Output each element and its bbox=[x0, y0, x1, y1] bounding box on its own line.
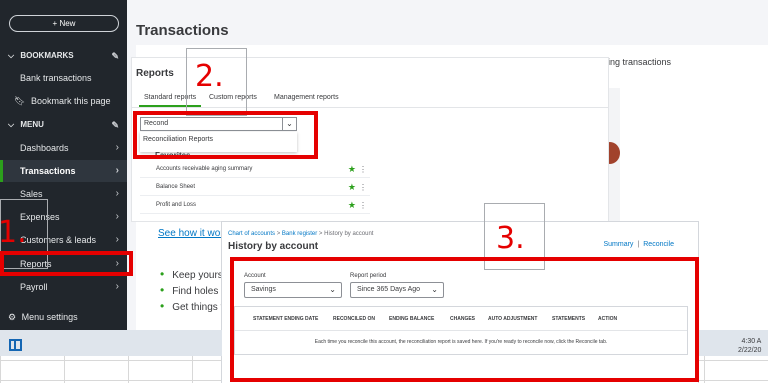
annotation-step-1: 1. bbox=[0, 215, 27, 250]
bookmarks-label: BOOKMARKS bbox=[20, 51, 74, 60]
report-name: Profit and Loss bbox=[156, 202, 197, 208]
star-icon[interactable]: ★ bbox=[348, 161, 356, 178]
history-links: Summary | Reconcile bbox=[603, 241, 674, 248]
star-icon[interactable]: ★ bbox=[348, 197, 356, 214]
chevron-right-icon: › bbox=[115, 234, 119, 245]
menu-section[interactable]: ⌵ MENU ✎ bbox=[0, 114, 127, 136]
breadcrumb: Chart of accounts > Bank register > Hist… bbox=[228, 231, 373, 237]
breadcrumb-bank-register[interactable]: Bank register bbox=[282, 231, 317, 237]
clock-date: 2/22/20 bbox=[738, 347, 762, 354]
annotation-step-2: 2. bbox=[195, 59, 224, 94]
windows-icon[interactable] bbox=[9, 339, 22, 351]
gear-icon: ⚙ bbox=[8, 312, 17, 322]
more-options-icon[interactable]: ⋮ bbox=[359, 161, 367, 178]
summary-link[interactable]: Summary bbox=[603, 241, 633, 248]
chevron-right-icon: › bbox=[115, 142, 119, 153]
chevron-right-icon: › bbox=[115, 281, 119, 292]
sidebar-item-label: Sales bbox=[20, 189, 43, 199]
link-separator: | bbox=[637, 241, 640, 248]
report-row[interactable]: Profit and Loss ★ ⋮ bbox=[140, 197, 370, 214]
list-item: • Keep yours bbox=[160, 267, 223, 281]
chevron-right-icon: › bbox=[115, 165, 119, 176]
report-name: Balance Sheet bbox=[156, 184, 196, 190]
chevron-right-icon: › bbox=[115, 188, 119, 199]
list-item: • Find holes bbox=[160, 283, 219, 297]
see-how-link[interactable]: See how it wor bbox=[158, 228, 224, 239]
sidebar-item-transactions[interactable]: Transactions › bbox=[0, 160, 127, 182]
main-right-heading: ing transactions bbox=[608, 57, 672, 67]
report-row[interactable]: Balance Sheet ★ ⋮ bbox=[140, 179, 370, 196]
menu-label: MENU bbox=[20, 120, 44, 129]
sidebar-item-label: Payroll bbox=[20, 282, 48, 292]
breadcrumb-current: History by account bbox=[324, 231, 374, 237]
bookmark-page-button[interactable]: 🔖︎ Bookmark this page bbox=[0, 90, 127, 112]
taskbar bbox=[0, 330, 222, 356]
benefit-list: • Keep yours • Find holes • Get things t bbox=[160, 266, 223, 314]
sidebar-item-dashboards[interactable]: Dashboards › bbox=[0, 137, 127, 159]
star-icon[interactable]: ★ bbox=[348, 179, 356, 196]
menu-settings-label: Menu settings bbox=[21, 312, 78, 322]
more-options-icon[interactable]: ⋮ bbox=[359, 197, 367, 214]
history-title: History by account bbox=[228, 241, 319, 252]
taskbar-clock[interactable]: 4:30 A 2/22/20 bbox=[738, 337, 761, 355]
reconcile-link[interactable]: Reconcile bbox=[643, 241, 674, 248]
reports-title: Reports bbox=[136, 68, 174, 79]
annotation-highlight-history bbox=[230, 257, 699, 382]
list-item: • Get things t bbox=[160, 299, 224, 313]
chevron-right-icon: › bbox=[115, 211, 119, 222]
annotation-highlight-reports bbox=[0, 251, 133, 276]
clock-time: 4:30 A bbox=[741, 338, 762, 345]
sidebar-item-label: Bank transactions bbox=[20, 73, 92, 83]
page-title: Transactions bbox=[136, 22, 229, 39]
more-options-icon[interactable]: ⋮ bbox=[359, 179, 367, 196]
sidebar-item-label: Transactions bbox=[20, 166, 76, 176]
chevron-down-icon: ⌵ bbox=[8, 120, 15, 129]
report-name: Accounts receivable aging summary bbox=[156, 166, 253, 172]
new-button[interactable]: + New bbox=[9, 15, 119, 32]
edit-pencil-icon[interactable]: ✎ bbox=[111, 114, 119, 136]
edit-pencil-icon[interactable]: ✎ bbox=[111, 45, 119, 67]
bookmarks-section[interactable]: ⌵ BOOKMARKS ✎ bbox=[0, 45, 127, 67]
annotation-step-3: 3. bbox=[496, 221, 525, 256]
bookmark-page-label: Bookmark this page bbox=[30, 96, 111, 106]
sidebar: + New ⌵ BOOKMARKS ✎ Bank transactions 🔖︎… bbox=[0, 0, 127, 330]
breadcrumb-separator: > bbox=[318, 231, 323, 237]
bookmark-icon: 🔖︎ bbox=[14, 96, 26, 106]
sidebar-item-bank-transactions[interactable]: Bank transactions bbox=[0, 67, 127, 89]
sidebar-item-label: Dashboards bbox=[20, 143, 69, 153]
menu-settings-button[interactable]: ⚙ Menu settings bbox=[0, 306, 127, 328]
sidebar-item-payroll[interactable]: Payroll › bbox=[0, 276, 127, 298]
annotation-highlight-search bbox=[133, 111, 318, 159]
breadcrumb-separator: > bbox=[276, 231, 281, 237]
tab-management-reports[interactable]: Management reports bbox=[274, 94, 339, 101]
breadcrumb-chart-of-accounts[interactable]: Chart of accounts bbox=[228, 231, 275, 237]
report-row[interactable]: Accounts receivable aging summary ★ ⋮ bbox=[140, 161, 370, 178]
chevron-down-icon: ⌵ bbox=[8, 51, 15, 60]
